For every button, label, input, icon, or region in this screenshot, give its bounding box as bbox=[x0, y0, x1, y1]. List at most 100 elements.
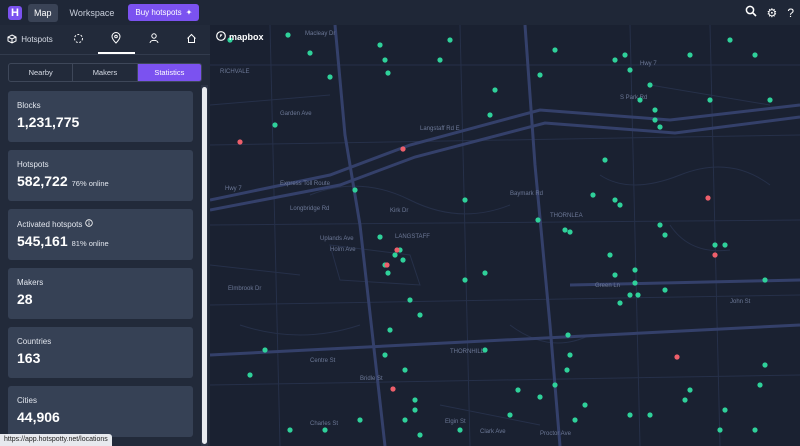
hotspot-marker-online[interactable] bbox=[627, 67, 633, 73]
hotspot-marker-online[interactable] bbox=[322, 427, 328, 433]
hotspot-marker-offline[interactable] bbox=[705, 195, 711, 201]
hotspot-marker-online[interactable] bbox=[590, 192, 596, 198]
segment-nearby[interactable]: Nearby bbox=[9, 64, 74, 81]
hotspot-marker-offline[interactable] bbox=[394, 247, 400, 253]
hotspot-marker-online[interactable] bbox=[327, 74, 333, 80]
hotspot-marker-online[interactable] bbox=[400, 257, 406, 263]
hotspot-marker-online[interactable] bbox=[607, 252, 613, 258]
hotspot-marker-online[interactable] bbox=[567, 352, 573, 358]
search-icon[interactable] bbox=[745, 5, 757, 20]
hotspot-marker-online[interactable] bbox=[487, 112, 493, 118]
hotspot-marker-online[interactable] bbox=[627, 412, 633, 418]
hotspot-marker-online[interactable] bbox=[652, 117, 658, 123]
hotspot-marker-online[interactable] bbox=[612, 57, 618, 63]
buy-hotspots-button[interactable]: Buy hotspots ✦ bbox=[128, 4, 200, 21]
hotspot-marker-online[interactable] bbox=[482, 347, 488, 353]
hotspot-marker-online[interactable] bbox=[537, 72, 543, 78]
nav-workspace[interactable]: Workspace bbox=[64, 4, 121, 22]
hotspot-marker-online[interactable] bbox=[387, 327, 393, 333]
hotspot-marker-online[interactable] bbox=[717, 427, 723, 433]
hotspot-marker-online[interactable] bbox=[682, 397, 688, 403]
hotspot-marker-online[interactable] bbox=[457, 427, 463, 433]
segment-makers[interactable]: Makers bbox=[73, 64, 138, 81]
hotspot-marker-online[interactable] bbox=[632, 280, 638, 286]
hotspot-marker-online[interactable] bbox=[612, 197, 618, 203]
hotspot-marker-online[interactable] bbox=[412, 407, 418, 413]
hotspot-marker-online[interactable] bbox=[382, 57, 388, 63]
hotspot-marker-online[interactable] bbox=[622, 52, 628, 58]
hotspot-marker-online[interactable] bbox=[382, 352, 388, 358]
hotspot-marker-online[interactable] bbox=[247, 372, 253, 378]
hotspot-marker-online[interactable] bbox=[285, 32, 291, 38]
app-logo[interactable]: H bbox=[8, 5, 22, 20]
hotspot-marker-online[interactable] bbox=[352, 187, 358, 193]
hotspot-marker-online[interactable] bbox=[385, 270, 391, 276]
hotspot-marker-online[interactable] bbox=[535, 217, 541, 223]
tab-selection[interactable] bbox=[60, 25, 98, 54]
hotspot-marker-online[interactable] bbox=[402, 367, 408, 373]
hotspot-marker-online[interactable] bbox=[307, 50, 313, 56]
hotspot-marker-online[interactable] bbox=[662, 287, 668, 293]
hotspot-marker-online[interactable] bbox=[662, 232, 668, 238]
hotspot-marker-online[interactable] bbox=[377, 234, 383, 240]
hotspot-marker-online[interactable] bbox=[564, 367, 570, 373]
hotspot-marker-online[interactable] bbox=[402, 417, 408, 423]
hotspot-marker-online[interactable] bbox=[722, 407, 728, 413]
hotspot-marker-online[interactable] bbox=[722, 242, 728, 248]
hotspot-marker-online[interactable] bbox=[262, 347, 268, 353]
hotspot-marker-offline[interactable] bbox=[390, 386, 396, 392]
hotspot-marker-online[interactable] bbox=[462, 277, 468, 283]
hotspot-marker-online[interactable] bbox=[482, 270, 488, 276]
hotspot-marker-online[interactable] bbox=[752, 52, 758, 58]
map-view[interactable]: RICHVALE Garden Ave Hwy 7 Express Toll Rout… bbox=[210, 25, 800, 446]
nav-map[interactable]: Map bbox=[28, 3, 58, 22]
hotspot-marker-online[interactable] bbox=[762, 362, 768, 368]
hotspot-marker-online[interactable] bbox=[507, 412, 513, 418]
hotspot-marker-online[interactable] bbox=[407, 297, 413, 303]
hotspot-marker-online[interactable] bbox=[762, 277, 768, 283]
hotspot-marker-online[interactable] bbox=[632, 267, 638, 273]
hotspot-marker-online[interactable] bbox=[627, 292, 633, 298]
hotspot-marker-online[interactable] bbox=[712, 242, 718, 248]
hotspot-marker-online[interactable] bbox=[602, 157, 608, 163]
hotspot-marker-online[interactable] bbox=[437, 57, 443, 63]
hotspot-marker-online[interactable] bbox=[562, 227, 568, 233]
tab-home[interactable] bbox=[173, 25, 211, 54]
hotspot-marker-online[interactable] bbox=[707, 97, 713, 103]
hotspot-marker-online[interactable] bbox=[567, 229, 573, 235]
hotspot-marker-online[interactable] bbox=[582, 402, 588, 408]
hotspot-marker-online[interactable] bbox=[635, 292, 641, 298]
hotspot-marker-online[interactable] bbox=[537, 394, 543, 400]
sidebar-scrollbar[interactable] bbox=[201, 85, 208, 446]
hotspot-marker-online[interactable] bbox=[637, 97, 643, 103]
hotspot-marker-offline[interactable] bbox=[237, 139, 243, 145]
hotspot-marker-online[interactable] bbox=[417, 432, 423, 438]
hotspot-marker-online[interactable] bbox=[272, 122, 278, 128]
hotspot-marker-offline[interactable] bbox=[712, 252, 718, 258]
hotspot-marker-offline[interactable] bbox=[400, 146, 406, 152]
hotspot-marker-online[interactable] bbox=[412, 397, 418, 403]
hotspot-marker-online[interactable] bbox=[447, 37, 453, 43]
hotspot-marker-online[interactable] bbox=[612, 272, 618, 278]
help-icon[interactable]: ? bbox=[787, 6, 794, 20]
hotspot-marker-online[interactable] bbox=[565, 332, 571, 338]
info-icon[interactable] bbox=[85, 219, 94, 229]
segment-statistics[interactable]: Statistics bbox=[137, 64, 201, 81]
hotspot-marker-online[interactable] bbox=[647, 412, 653, 418]
map-canvas[interactable]: RICHVALE Garden Ave Hwy 7 Express Toll Rout… bbox=[210, 25, 800, 446]
hotspot-marker-online[interactable] bbox=[617, 202, 623, 208]
hotspot-marker-online[interactable] bbox=[757, 382, 763, 388]
tab-location[interactable] bbox=[97, 25, 135, 54]
gear-icon[interactable]: ⚙ bbox=[767, 6, 778, 20]
hotspot-marker-online[interactable] bbox=[492, 87, 498, 93]
hotspot-marker-online[interactable] bbox=[767, 97, 773, 103]
hotspot-marker-online[interactable] bbox=[552, 382, 558, 388]
tab-hotspots[interactable]: Hotspots bbox=[0, 25, 60, 54]
hotspot-marker-online[interactable] bbox=[727, 37, 733, 43]
hotspot-marker-online[interactable] bbox=[287, 427, 293, 433]
tab-user[interactable] bbox=[135, 25, 173, 54]
hotspot-marker-offline[interactable] bbox=[384, 262, 390, 268]
hotspot-marker-online[interactable] bbox=[647, 82, 653, 88]
hotspot-marker-online[interactable] bbox=[392, 252, 398, 258]
hotspot-marker-online[interactable] bbox=[687, 387, 693, 393]
